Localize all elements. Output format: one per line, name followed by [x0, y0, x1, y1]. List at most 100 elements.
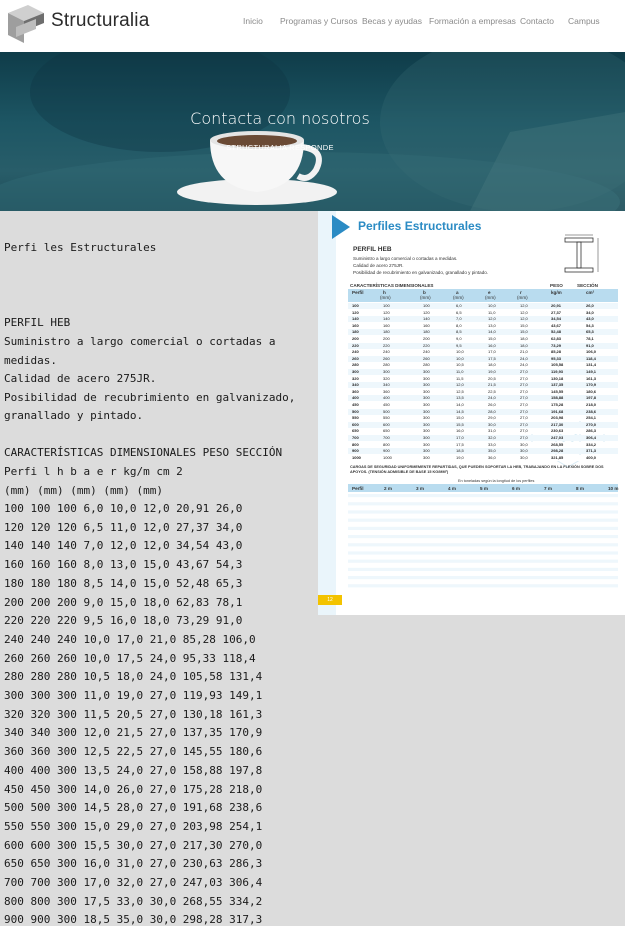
figure-table-row: 240 240 240 10,0 17,0 21,0 85,28 106,0: [348, 349, 618, 356]
figure-loads-sub: En toneladas según la longitud de los pe…: [458, 479, 535, 483]
figure-table-cell: 11,5: [456, 375, 464, 381]
figure-table-cell: 52,48: [551, 329, 562, 335]
figure-table-cell: 119,93: [551, 369, 564, 374]
figure-table-cell: 27,0: [520, 369, 528, 374]
figure-table-cell: 8,5: [456, 329, 462, 335]
figure-loads-row: [348, 494, 618, 498]
figure-table-cell: 18,0: [488, 362, 496, 368]
structuralia-logo-icon[interactable]: [6, 3, 46, 45]
figure-table-row: 650 650 300 16,0 31,0 27,0 230,63 286,3: [348, 428, 618, 435]
figure-table-cell: 450: [383, 402, 390, 407]
figure-table-cell: 106,0: [586, 349, 597, 355]
figure-table-cell: 11,0: [488, 309, 496, 315]
figure-table-cell: 15,0: [520, 322, 528, 328]
figure-table-cell: 260: [383, 355, 390, 361]
text-perfil: PERFIL HEB: [4, 316, 71, 329]
text-table-row: 300 300 300 11,0 19,0 27,0 119,93 149,1: [4, 689, 263, 702]
text-table-row: 200 200 200 9,0 15,0 18,0 62,83 78,1: [4, 595, 243, 609]
text-table-row: 450 450 300 14,0 26,0 27,0 175,28 218,0: [4, 782, 263, 796]
text-table-row: 100 100 100 6,0 10,0 12,0 20,91 26,0: [4, 502, 243, 515]
text-table-row: 360 360 300 12,5 22,5 27,0 145,55 180,6: [4, 745, 263, 759]
figure-table-cell: 7,0: [456, 316, 462, 322]
figure-table-cell: 371,3: [586, 448, 597, 454]
figure-table-cell: 140: [423, 316, 430, 322]
text-table-row: 650 650 300 16,0 31,0 27,0 230,63 286,3: [4, 857, 263, 871]
text-table-row: 220 220 220 9,5 16,0 18,0 73,29 91,0: [4, 614, 243, 628]
figure-table-cell: 18,0: [520, 342, 528, 348]
figure-table-cell: 300: [423, 388, 430, 394]
figure-table-cell: 300: [352, 369, 359, 374]
figure-loads-title: CARGAS DE SEGURIDAD UNIFORMEMENTE REPART…: [350, 465, 604, 474]
text-desc-line: Suministro a largo comercial o cortadas …: [4, 335, 276, 348]
text-table-row: 340 340 300 12,0 21,5 27,0 137,35 170,9: [4, 726, 263, 740]
figure-table-cell: 800: [352, 441, 359, 447]
figure-table-cell: 160: [423, 322, 430, 328]
figure-loads-col-header: 5 m: [480, 485, 488, 491]
figure-table-cell: 62,83: [551, 336, 562, 341]
figure-table-cell: 300: [423, 369, 430, 374]
figure-table-cell: 105,58: [551, 362, 564, 368]
nav-campus[interactable]: Campus: [568, 16, 600, 26]
figure-table-cell: 24,0: [488, 395, 496, 401]
figure-table-cell: 300: [383, 369, 390, 374]
figure-table-cell: 120: [352, 309, 359, 315]
figure-table-cell: 30,0: [520, 454, 528, 460]
figure-title: Perfiles Estructurales: [358, 219, 482, 233]
figure-table-cell: 21,5: [488, 382, 496, 388]
text-table-row: 180 180 180 8,5 14,0 15,0 52,48 65,3: [4, 576, 243, 590]
figure-table-row: 120 120 120 6,5 11,0 12,0 27,37 34,0: [348, 309, 618, 316]
figure-table-cell: 400: [383, 395, 390, 401]
brand-name[interactable]: Structuralia: [51, 10, 150, 32]
text-table-row: 280 280 280 10,5 18,0 24,0 105,58 131,4: [4, 670, 263, 684]
figure-table-cell: 16,0: [488, 342, 496, 348]
figure-table-cell: 200: [383, 336, 390, 341]
figure-table-cell: 27,0: [520, 428, 528, 434]
nav-contacto[interactable]: Contacto: [520, 16, 554, 26]
figure-loads-col-header: 3 m: [416, 485, 424, 491]
figure-table-cell: 260: [352, 355, 359, 361]
figure-table-cell: 34,54: [551, 316, 562, 322]
figure-table-cell: 12,0: [520, 309, 528, 315]
figure-desc-line: Posibilidad de recubrimiento en galvaniz…: [353, 270, 489, 275]
catalog-page-image: Perfiles Estructurales PERFIL HEB Sumini…: [318, 211, 625, 615]
figure-table-cell: 203,98: [551, 415, 564, 421]
figure-table-row: 1000 1000 300 19,0 36,0 30,0 321,85 400,0: [348, 454, 618, 461]
figure-table-cell: 17,0: [488, 349, 496, 355]
figure-loads-row: [348, 510, 618, 514]
figure-table-cell: 13,0: [488, 322, 496, 328]
figure-table-cell: 35,0: [488, 448, 496, 454]
figure-table-cell: 12,5: [456, 388, 464, 394]
figure-table-cell: 280: [423, 362, 430, 368]
figure-table-cell: 12,0: [520, 316, 528, 322]
figure-table-cell: 400: [352, 395, 359, 401]
figure-table-cell: 140: [352, 316, 359, 322]
figure-table-row: 700 700 300 17,0 32,0 27,0 247,03 306,4: [348, 435, 618, 442]
figure-table-cell: 180: [352, 329, 359, 335]
figure-loads-col-header: 7 m: [544, 485, 552, 491]
figure-table-cell: 27,0: [520, 388, 528, 394]
text-table-row: 600 600 300 15,5 30,0 27,0 217,30 270,0: [4, 838, 263, 852]
figure-loads-row: [348, 522, 618, 526]
figure-table-cell: 160: [352, 322, 359, 328]
figure-table-cell: 500: [383, 408, 390, 414]
nav-inicio[interactable]: Inicio: [243, 16, 263, 26]
nav-becas-y-ayudas[interactable]: Becas y ayudas: [362, 16, 422, 26]
figure-table-row: 180 180 180 8,5 14,0 15,0 52,48 65,3: [348, 329, 618, 336]
nav-programas-y-cursos[interactable]: Programas y Cursos: [280, 16, 357, 26]
figure-table-cell: 900: [352, 448, 359, 454]
text-table-row: 120 120 120 6,5 11,0 12,0 27,37 34,0: [4, 520, 243, 534]
nav-formacion-a-empresas[interactable]: Formación a empresas: [429, 16, 516, 26]
figure-loads-table-lines: [348, 494, 618, 592]
figure-table-cell: 321,85: [551, 454, 564, 460]
text-table-row: 550 550 300 15,0 29,0 27,0 203,98 254,1: [4, 819, 263, 833]
figure-table-cell: 220: [352, 342, 359, 348]
figure-table-cell: 120: [423, 309, 430, 315]
figure-table-cell: 268,55: [551, 441, 564, 447]
text-table-row: 240 240 240 10,0 17,0 21,0 85,28 106,0: [4, 632, 256, 646]
figure-loads-row: [348, 514, 618, 518]
figure-table-cell: 200: [352, 336, 359, 341]
figure-table-cell: 240: [423, 349, 430, 355]
text-table-units: (mm) (mm) (mm) (mm) (mm): [4, 484, 163, 497]
figure-table-cell: 191,68: [551, 408, 564, 414]
figure-perfil: PERFIL HEB: [353, 246, 392, 253]
